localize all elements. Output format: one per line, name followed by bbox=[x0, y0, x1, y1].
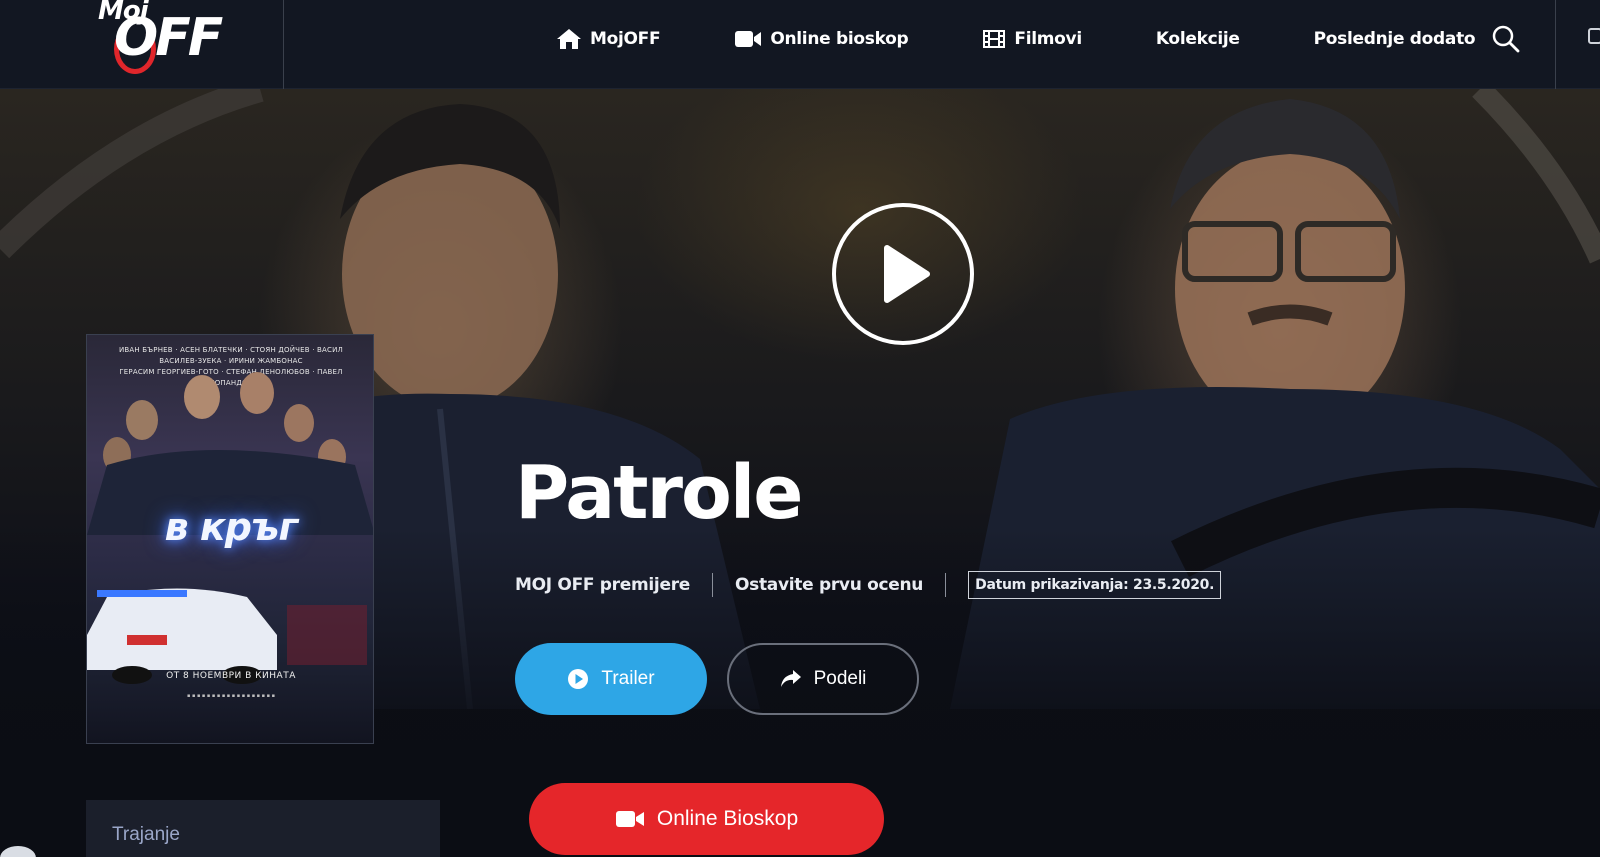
site-header: Moj OFF MojOFF Online bioskop Filmovi Ko… bbox=[0, 0, 1600, 89]
nav-item-filmovi[interactable]: Filmovi bbox=[982, 29, 1082, 49]
nav-item-poslednje-dodato[interactable]: Poslednje dodato bbox=[1314, 29, 1476, 49]
online-bioskop-button[interactable]: Online Bioskop bbox=[529, 783, 884, 855]
share-button[interactable]: Podeli bbox=[727, 643, 919, 715]
search-button[interactable] bbox=[1491, 24, 1521, 54]
header-divider bbox=[1555, 0, 1556, 89]
movie-title: Patrole bbox=[515, 450, 803, 536]
meta-divider bbox=[945, 573, 947, 597]
nav-item-label: Kolekcije bbox=[1155, 29, 1240, 49]
logo-link[interactable]: Moj OFF bbox=[0, 0, 284, 89]
play-icon bbox=[884, 245, 930, 303]
nav-item-online-bioskop[interactable]: Online bioskop bbox=[734, 29, 909, 49]
poster-release-line: ОТ 8 НОЕМВРИ В КИНАТА bbox=[166, 671, 296, 681]
video-camera-icon bbox=[735, 31, 762, 47]
movie-info-card: Trajanje bbox=[86, 800, 440, 857]
nav-item-kolekcije[interactable]: Kolekcije bbox=[1156, 29, 1240, 49]
category-link[interactable]: MOJ OFF premijere bbox=[515, 575, 690, 595]
release-date-badge: Datum prikazivanja: 23.5.2020. bbox=[968, 571, 1222, 599]
home-icon bbox=[557, 29, 581, 49]
poster-title: в кръг bbox=[164, 505, 299, 549]
duration-label: Trajanje bbox=[112, 824, 180, 845]
logo-off-text: OFF bbox=[114, 8, 223, 68]
trailer-button-label: Trailer bbox=[601, 668, 655, 689]
trailer-button[interactable]: Trailer bbox=[515, 643, 707, 715]
meta-divider bbox=[712, 573, 714, 597]
nav-item-label: Filmovi bbox=[1014, 29, 1082, 49]
nav-item-mojoff[interactable]: MojOFF bbox=[556, 28, 661, 50]
video-camera-icon bbox=[615, 811, 644, 827]
play-circle-icon bbox=[568, 669, 589, 689]
movie-poster: ИВАН БЪРНЕВ · АСЕН БЛАТЕЧКИ · СТОЯН ДОЙЧ… bbox=[86, 334, 374, 744]
nav-item-label: Online bioskop bbox=[770, 29, 909, 49]
movie-meta-row: MOJ OFF premijere Ostavite prvu ocenu Da… bbox=[515, 571, 1222, 599]
nav-item-label: MojOFF bbox=[590, 29, 661, 49]
nav-item-label: Poslednje dodato bbox=[1313, 29, 1476, 49]
share-button-label: Podeli bbox=[813, 668, 867, 689]
main-nav: MojOFF Online bioskop Filmovi Kolekcije … bbox=[556, 0, 1549, 78]
user-icon[interactable] bbox=[1588, 28, 1600, 44]
share-arrow-icon bbox=[780, 670, 801, 687]
search-icon bbox=[1492, 25, 1520, 53]
rate-movie-link[interactable]: Ostavite prvu ocenu bbox=[735, 575, 923, 595]
poster-billing-block: ▪ ▪ ▪ ▪ ▪ ▪ ▪ ▪ ▪ ▪ ▪ ▪ ▪ ▪ ▪ ▪ ▪ ▪ bbox=[186, 693, 275, 699]
play-trailer-button[interactable] bbox=[832, 203, 974, 345]
film-icon bbox=[983, 30, 1006, 48]
online-bioskop-label: Online Bioskop bbox=[656, 807, 799, 830]
